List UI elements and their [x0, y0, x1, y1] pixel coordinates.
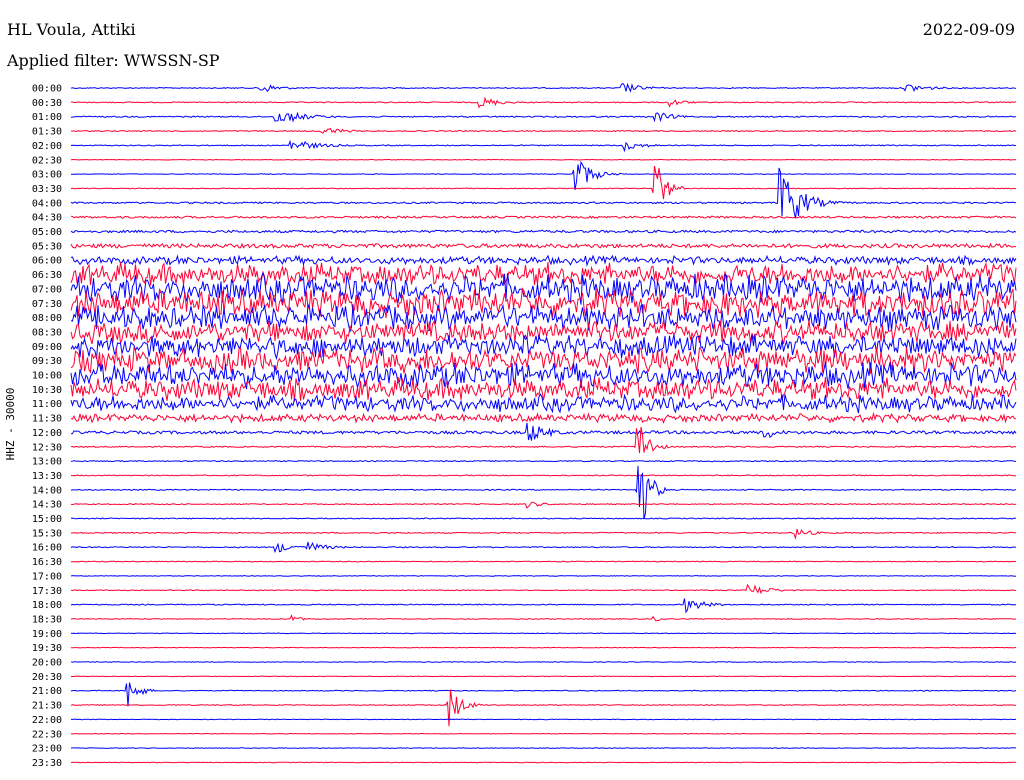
row-label-1930: 19:30	[32, 643, 62, 654]
row-label-0200: 02:00	[32, 141, 62, 152]
row-label-1430: 14:30	[32, 500, 62, 511]
channel-label: HHZ - 30000	[4, 388, 17, 461]
trace-row-1330	[70, 474, 1017, 477]
trace-row-2230	[70, 732, 1016, 735]
row-label-2200: 22:00	[32, 715, 62, 726]
row-label-1200: 12:00	[32, 428, 62, 439]
time-labels: 00:00 00:30 01:00 01:30 02:00 02:30 03:00 03:30…	[32, 84, 62, 769]
row-label-1600: 16:00	[32, 543, 62, 554]
row-label-1100: 11:00	[32, 399, 62, 410]
row-label-1900: 19:00	[32, 629, 62, 640]
trace-row-0030	[70, 96, 1017, 109]
row-label-0430: 04:30	[32, 213, 62, 224]
trace-row-1230	[70, 426, 1017, 454]
trace-row-2200	[71, 718, 1017, 721]
trace-row-2330	[70, 761, 1016, 764]
row-label-1530: 15:30	[32, 528, 62, 539]
trace-row-1900	[70, 632, 1017, 635]
row-label-2100: 21:00	[32, 686, 62, 697]
row-label-0500: 05:00	[32, 227, 62, 238]
trace-row-1300	[70, 460, 1017, 463]
row-label-0630: 06:30	[32, 270, 62, 281]
row-label-1030: 10:30	[32, 385, 62, 396]
trace-row-1430	[70, 501, 1017, 509]
row-label-0000: 00:00	[32, 84, 62, 95]
row-label-2330: 23:30	[32, 758, 62, 769]
row-label-0130: 01:30	[32, 127, 62, 138]
trace-row-2030	[70, 675, 1017, 678]
trace-row-0500	[70, 229, 1017, 234]
trace-row-0100	[70, 111, 1016, 123]
trace-row-0430	[70, 215, 1017, 219]
row-label-0600: 06:00	[32, 256, 62, 267]
row-label-1330: 13:30	[32, 471, 62, 482]
row-label-1500: 15:00	[32, 514, 62, 525]
trace-row-1200	[70, 422, 1017, 441]
row-label-0530: 05:30	[32, 241, 62, 252]
row-label-1800: 18:00	[32, 600, 62, 611]
trace-row-1700	[70, 575, 1017, 577]
trace-row-1630	[71, 560, 1017, 563]
row-label-0700: 07:00	[32, 284, 62, 295]
row-label-0030: 00:30	[32, 98, 62, 109]
row-label-0930: 09:30	[32, 356, 62, 367]
traces-layer	[70, 82, 1017, 764]
trace-row-1530	[70, 528, 1017, 541]
trace-row-1400	[70, 465, 1017, 520]
trace-row-0630	[70, 262, 1017, 286]
trace-row-0130	[70, 127, 1017, 134]
trace-row-0000	[70, 82, 1017, 93]
trace-row-0530	[70, 242, 1017, 249]
row-label-1130: 11:30	[32, 414, 62, 425]
row-label-2300: 23:00	[32, 744, 62, 755]
row-label-0330: 03:30	[32, 184, 62, 195]
trace-row-1100	[70, 393, 1017, 414]
helicorder-plot: 00:00 00:30 01:00 01:30 02:00 02:30 03:00 03:30…	[4, 82, 1017, 769]
trace-row-0400	[70, 167, 1017, 219]
trace-row-2100	[70, 682, 1017, 707]
row-label-0730: 07:30	[32, 299, 62, 310]
row-label-1730: 17:30	[32, 586, 62, 597]
trace-row-2130	[70, 689, 1017, 727]
row-label-0800: 08:00	[32, 313, 62, 324]
row-label-1700: 17:00	[32, 571, 62, 582]
row-label-0400: 04:00	[32, 198, 62, 209]
trace-row-0300	[71, 160, 1017, 190]
trace-row-1730	[70, 583, 1017, 595]
trace-row-1800	[70, 598, 1017, 614]
trace-row-1130	[70, 411, 1017, 424]
trace-row-2300	[70, 747, 1017, 749]
row-label-1300: 13:00	[32, 457, 62, 468]
trace-row-2000	[70, 661, 1017, 663]
row-label-1830: 18:30	[32, 614, 62, 625]
trace-row-0600	[70, 254, 1017, 267]
row-label-0830: 08:30	[32, 327, 62, 338]
row-label-0300: 03:00	[32, 170, 62, 181]
row-label-2030: 20:30	[32, 672, 62, 683]
row-label-2130: 21:30	[32, 701, 62, 712]
row-label-1000: 10:00	[32, 371, 62, 382]
trace-row-0330	[70, 165, 1017, 200]
row-label-2230: 22:30	[32, 729, 62, 740]
trace-row-0200	[70, 139, 1016, 153]
row-label-1230: 12:30	[32, 442, 62, 453]
trace-row-1930	[71, 646, 1017, 649]
trace-row-1600	[70, 541, 1017, 554]
trace-row-1500	[70, 517, 1017, 520]
row-label-1630: 16:30	[32, 557, 62, 568]
trace-row-0230	[70, 158, 1017, 161]
row-label-0100: 01:00	[32, 112, 62, 123]
row-label-2000: 20:00	[32, 658, 62, 669]
trace-row-1830	[70, 614, 1016, 622]
row-label-0230: 02:30	[32, 155, 62, 166]
row-label-0900: 09:00	[32, 342, 62, 353]
row-label-1400: 14:00	[32, 485, 62, 496]
